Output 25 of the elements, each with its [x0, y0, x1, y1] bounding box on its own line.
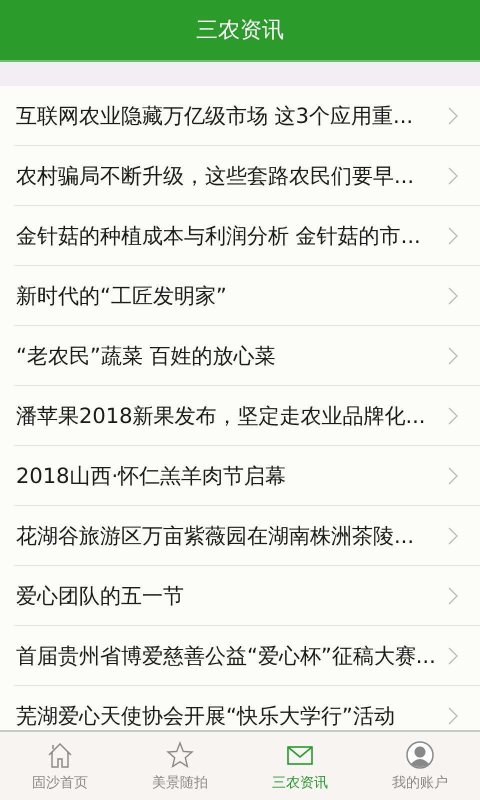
- news-item[interactable]: 互联网农业隐藏万亿级市场 这3个应用重...: [14, 86, 480, 146]
- chevron-icon: [448, 646, 458, 664]
- chevron-icon: [448, 226, 458, 244]
- news-item[interactable]: 花湖谷旅游区万亩紫薇园在湖南株洲茶陵...: [14, 506, 480, 566]
- news-item[interactable]: 爱心团队的五一节: [14, 566, 480, 626]
- chevron-icon: [448, 346, 458, 364]
- header-title: 三农资讯: [196, 17, 284, 45]
- chevron-icon: [448, 706, 458, 724]
- chevron-icon: [448, 466, 458, 484]
- chevron-icon: [448, 406, 458, 424]
- news-item[interactable]: 农村骗局不断升级，这些套路农民们要早...: [14, 146, 480, 206]
- chevron-icon: [448, 586, 458, 604]
- chevron-icon: [448, 106, 458, 124]
- chevron-icon: [448, 166, 458, 184]
- avatar-icon: [406, 740, 434, 768]
- chevron-icon: [448, 526, 458, 544]
- news-item[interactable]: 首届贵州省博爱慈善公益“爱心杯”征稿大赛...: [14, 626, 480, 686]
- news-item[interactable]: 2018山西·怀仁羔羊肉节启幕: [14, 446, 480, 506]
- news-item[interactable]: “老农民”蔬菜 百姓的放心菜: [14, 326, 480, 386]
- chevron-icon: [448, 286, 458, 304]
- news-item[interactable]: 潘苹果2018新果发布，坚定走农业品牌化...: [14, 386, 480, 446]
- news-item[interactable]: 金针菇的种植成本与利润分析 金针菇的市...: [14, 206, 480, 266]
- news-item[interactable]: 新时代的“工匠发明家”: [14, 266, 480, 326]
- house-icon: [46, 740, 74, 768]
- star-icon: [166, 740, 194, 768]
